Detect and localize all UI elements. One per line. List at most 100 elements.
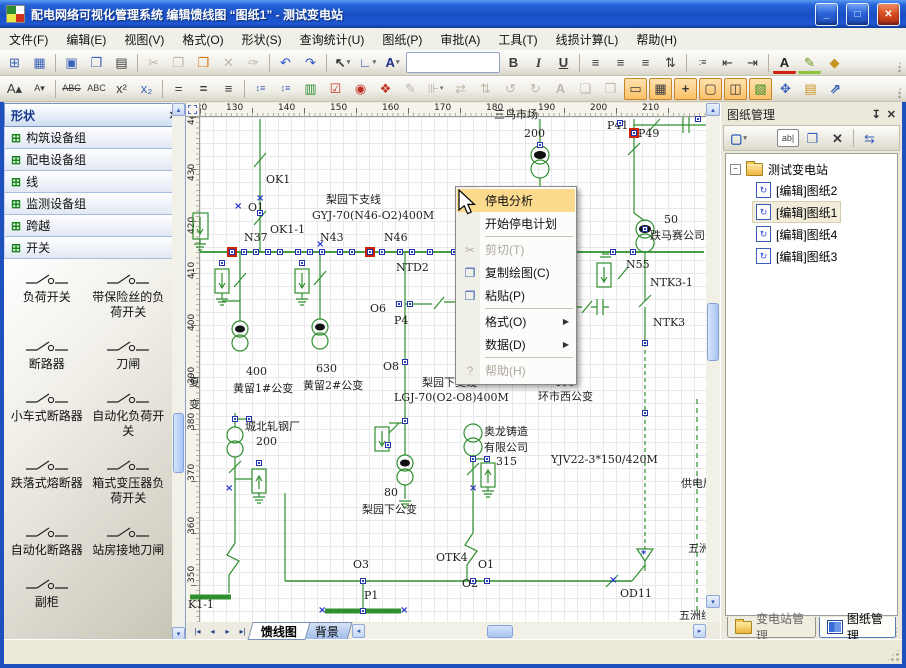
selection-handle[interactable]	[630, 249, 636, 255]
scroll-up-icon[interactable]: ▴	[172, 103, 185, 116]
indent-increase-icon[interactable]: ⇥	[741, 52, 764, 74]
text-tool-icon[interactable]: A	[381, 52, 404, 74]
selection-handle[interactable]	[397, 249, 403, 255]
align-center-icon[interactable]: ≡	[609, 52, 632, 74]
selection-handle[interactable]	[219, 260, 225, 266]
selection-handle[interactable]	[470, 578, 476, 584]
flip-horizontal-icon[interactable]: ⇄	[449, 78, 472, 100]
ctx-format[interactable]: 格式(O) ▶	[457, 310, 575, 333]
close-icon[interactable]: ✕	[887, 108, 896, 121]
minimize-button[interactable]: _	[815, 3, 838, 26]
selection-handle[interactable]	[537, 142, 543, 148]
selection-handle[interactable]	[253, 249, 259, 255]
selection-handle[interactable]	[229, 249, 235, 255]
canvas-vertical-scrollbar[interactable]: ▴ ▾	[706, 103, 720, 622]
rename-sheet-icon[interactable]: ab|	[777, 129, 799, 147]
maximize-button[interactable]: □	[846, 3, 869, 26]
fill-color-icon[interactable]: ◆	[823, 52, 846, 74]
font-shrink-icon[interactable]: A▾	[28, 78, 51, 100]
drawing-canvas[interactable]: 120130140150160170180190200210 440430420…	[186, 103, 706, 622]
subscript-icon[interactable]: x₂	[135, 78, 158, 100]
selection-handle[interactable]	[402, 418, 408, 424]
selection-handle[interactable]	[407, 301, 413, 307]
open-diagram-icon[interactable]: ❐	[85, 52, 108, 74]
edit-note-icon[interactable]: ✎	[399, 78, 422, 100]
rotate-right-icon[interactable]: ↻	[524, 78, 547, 100]
selection-handle[interactable]	[470, 456, 476, 462]
send-backward-icon[interactable]: ❐	[599, 78, 622, 100]
ctx-copy-drawing[interactable]: ❐ 复制绘图(C)	[457, 261, 575, 284]
menu-line-loss[interactable]: 线损计算(L)	[547, 28, 628, 51]
approve-stamp-icon[interactable]: ❖	[374, 78, 397, 100]
menu-edit[interactable]: 编辑(E)	[57, 28, 115, 51]
line-spacing-2-icon[interactable]: ≡	[217, 78, 240, 100]
stencil-scrollbar[interactable]: ▴ ▾	[172, 103, 185, 640]
selection-handle[interactable]	[631, 130, 637, 136]
pointer-tool-icon[interactable]: ↖	[331, 52, 354, 74]
menu-approve[interactable]: 审批(A)	[431, 28, 489, 51]
selection-handle[interactable]	[256, 460, 262, 466]
save-icon[interactable]: ▣	[60, 52, 83, 74]
copy-sheet-icon[interactable]: ❐	[801, 127, 824, 149]
menu-tools[interactable]: 工具(T)	[489, 28, 546, 51]
shape-aux-cabinet[interactable]: 副柜	[6, 578, 88, 610]
font-grow-icon[interactable]: A▴	[3, 78, 26, 100]
format-painter-icon[interactable]: ✑	[242, 52, 265, 74]
shape-dropout-fuse[interactable]: 跌落式熔断器	[6, 459, 88, 506]
shape-knife-switch[interactable]: 刀闸	[88, 340, 170, 372]
bring-forward-icon[interactable]: ❏	[574, 78, 597, 100]
selection-handle[interactable]	[367, 249, 373, 255]
para-space-increase-icon[interactable]: ↕≡	[249, 78, 272, 100]
ctx-help[interactable]: ? 帮助(H)	[457, 359, 575, 382]
selection-handle[interactable]	[232, 416, 238, 422]
tab-feeder-diagram[interactable]: 馈线图	[247, 622, 310, 640]
tree-expander-icon[interactable]: −	[730, 164, 741, 175]
ctx-cut[interactable]: ✂ 剪切(T)	[457, 238, 575, 261]
print-icon[interactable]: ▤	[110, 52, 133, 74]
ruler-toggle-icon[interactable]: ▭	[624, 78, 647, 100]
check-save-icon[interactable]: ☑	[324, 78, 347, 100]
menu-format[interactable]: 格式(O)	[173, 28, 232, 51]
connector-tool-icon[interactable]: ∟	[356, 52, 379, 74]
strikethrough-icon[interactable]: ABC	[60, 78, 83, 100]
open-sheet-icon[interactable]	[752, 127, 775, 149]
selection-handle[interactable]	[484, 456, 490, 462]
group-distribution-devices[interactable]: ⊞ 配电设备组	[4, 149, 185, 171]
canvas-horizontal-scrollbar[interactable]: ◂ ▸	[352, 623, 706, 639]
prev-sheet-button[interactable]: ◂	[205, 624, 220, 639]
menu-shape[interactable]: 形状(S)	[233, 28, 291, 51]
menu-file[interactable]: 文件(F)	[0, 28, 57, 51]
pointer-mode-icon[interactable]: ⇗	[824, 78, 847, 100]
selection-handle[interactable]	[246, 416, 252, 422]
copy-icon[interactable]: ❐	[167, 52, 190, 74]
tab-sheet-management[interactable]: 图纸管理	[819, 617, 896, 638]
new-sheet-icon[interactable]: ▢	[727, 127, 750, 149]
pan-zoom-icon[interactable]: ✥	[774, 78, 797, 100]
flip-vertical-icon[interactable]: ⇅	[474, 78, 497, 100]
font-color-icon[interactable]: A	[773, 55, 796, 74]
ctx-paste[interactable]: ❒ 粘贴(P)	[457, 284, 575, 307]
delete-icon[interactable]: ✕	[217, 52, 240, 74]
group-monitor-devices[interactable]: ⊞ 监测设备组	[4, 193, 185, 215]
align-right-icon[interactable]: ≡	[634, 52, 657, 74]
color-scheme-toggle-icon[interactable]: ▧	[749, 78, 772, 100]
tree-sheet-1[interactable]: ↻ [编辑]图纸1	[752, 201, 841, 223]
device-table-icon[interactable]: ▦	[28, 52, 51, 74]
tab-substation-management[interactable]: 变电站管理	[727, 617, 816, 638]
selection-handle[interactable]	[337, 249, 343, 255]
sync-station-icon[interactable]: ⇆	[858, 127, 881, 149]
next-sheet-button[interactable]: ▸	[220, 624, 235, 639]
selection-handle[interactable]	[360, 578, 366, 584]
group-switches[interactable]: ⊞ 开关	[4, 237, 185, 259]
scroll-up-icon[interactable]: ▴	[706, 103, 720, 116]
superscript-icon[interactable]: x²	[110, 78, 133, 100]
resize-grip[interactable]	[886, 648, 900, 662]
selection-handle[interactable]	[265, 249, 271, 255]
line-spacing-1-icon[interactable]: =	[167, 78, 190, 100]
cut-icon[interactable]: ✂	[142, 52, 165, 74]
shape-box-transformer-load-switch[interactable]: 箱式变压器负荷开关	[88, 459, 170, 506]
line-spacing-15-icon[interactable]: =	[192, 78, 215, 100]
new-diagram-icon[interactable]: ⊞	[3, 52, 26, 74]
selection-handle[interactable]	[277, 249, 283, 255]
menu-sheet[interactable]: 图纸(P)	[373, 28, 431, 51]
